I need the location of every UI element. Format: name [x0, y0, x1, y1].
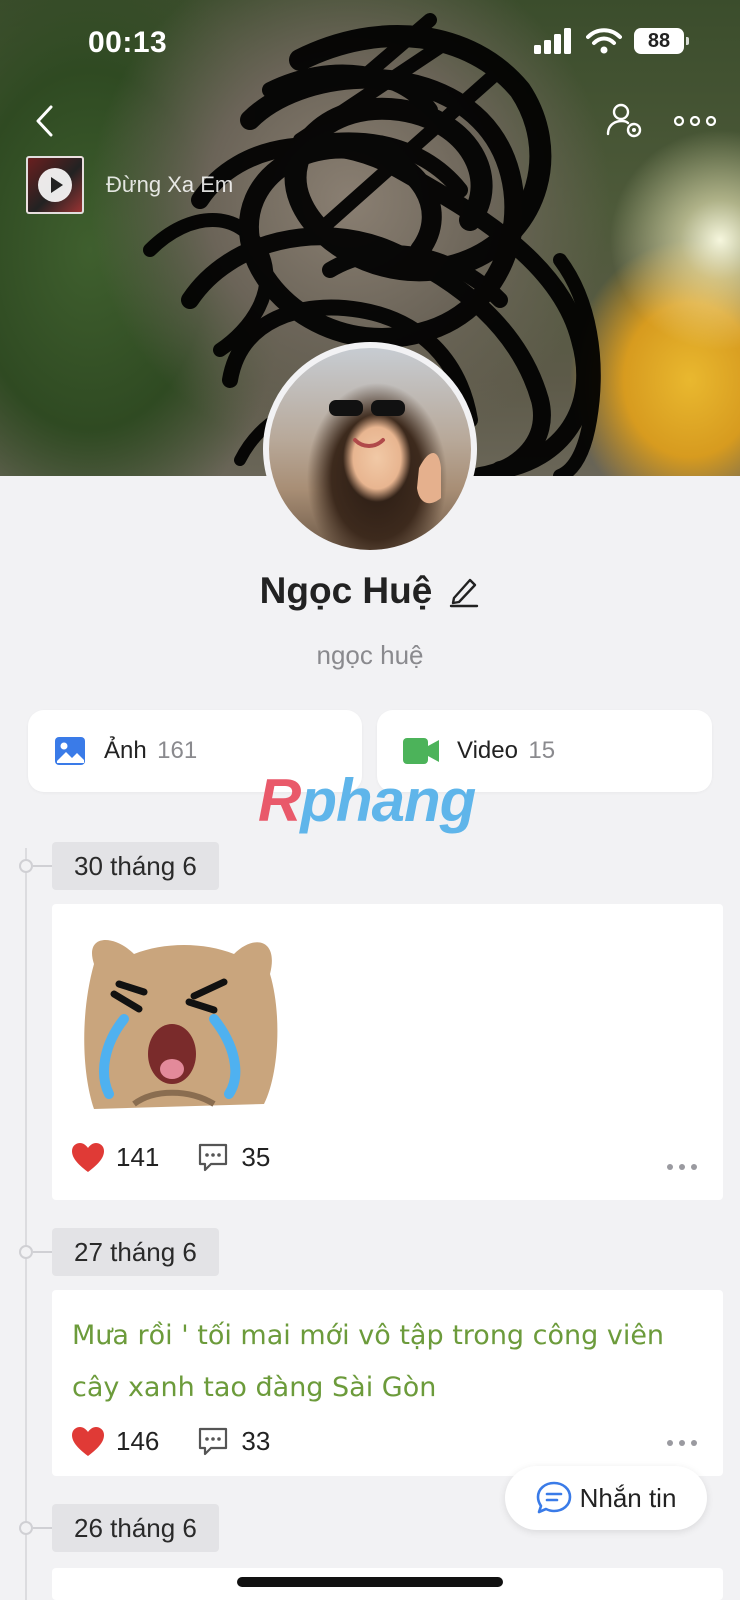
message-button-label: Nhắn tin — [579, 1482, 677, 1513]
wifi-icon — [586, 28, 622, 54]
top-navigation — [0, 96, 740, 146]
timeline-dot — [19, 859, 33, 873]
timeline-connector — [33, 1527, 53, 1529]
status-time: 00:13 — [88, 26, 168, 59]
chat-bubble-icon — [536, 1481, 571, 1514]
music-title: Đừng Xa Em — [106, 172, 234, 197]
more-horizontal-icon[interactable] — [674, 116, 716, 126]
date-label: 26 tháng 6 — [52, 1504, 219, 1552]
comment-count: 33 — [241, 1426, 271, 1456]
avatar-photo — [329, 400, 441, 504]
comment-icon[interactable] — [197, 1427, 229, 1457]
chevron-left-icon — [36, 105, 53, 137]
timeline-line — [25, 848, 27, 1600]
comment-count: 35 — [241, 1142, 271, 1172]
profile-name: Ngọc Huệ — [259, 570, 433, 611]
signal-icon — [534, 28, 571, 54]
post-card-image[interactable]: 141 35 — [52, 904, 723, 1200]
videos-count: 15 — [528, 737, 556, 764]
timeline-dot — [19, 1521, 33, 1535]
crying-cat-sticker[interactable] — [74, 924, 284, 1134]
battery-indicator: 88 — [634, 28, 689, 54]
like-count: 141 — [116, 1142, 160, 1172]
avatar[interactable] — [263, 342, 477, 556]
post-more-button[interactable] — [667, 1164, 697, 1170]
timeline-dot — [19, 1245, 33, 1259]
video-icon — [403, 738, 439, 764]
play-icon — [38, 168, 72, 202]
photo-icon — [55, 737, 85, 765]
status-icons: 88 — [534, 28, 689, 54]
user-settings-icon[interactable] — [606, 102, 644, 140]
timeline-connector — [33, 1251, 53, 1253]
profile-music[interactable]: Đừng Xa Em — [26, 156, 233, 214]
profile-username: ngọc huệ — [316, 640, 424, 670]
post-more-button[interactable] — [667, 1440, 697, 1446]
post-text: Mưa rồi ' tối mai mới vô tập trong công … — [72, 1320, 665, 1403]
like-count: 146 — [116, 1426, 160, 1456]
heart-icon[interactable] — [72, 1142, 104, 1173]
timeline-connector — [33, 865, 53, 867]
date-label: 30 tháng 6 — [52, 842, 219, 890]
back-button[interactable] — [24, 96, 64, 146]
watermark-logo: Rphang — [258, 767, 476, 834]
post-stats: 146 33 — [72, 1426, 270, 1457]
comment-icon[interactable] — [197, 1143, 229, 1173]
post-stats: 141 35 — [72, 1142, 270, 1173]
post-card-text[interactable]: Mưa rồi ' tối mai mới vô tập trong công … — [52, 1290, 723, 1476]
profile-name-row: Ngọc Huệ — [0, 570, 740, 612]
videos-label: Video — [457, 737, 518, 764]
home-indicator — [237, 1577, 503, 1587]
status-bar: 00:13 88 — [0, 0, 740, 88]
music-thumbnail[interactable] — [26, 156, 84, 214]
date-label: 27 tháng 6 — [52, 1228, 219, 1276]
message-button[interactable]: Nhắn tin — [505, 1466, 707, 1530]
edit-pencil-icon[interactable] — [448, 574, 480, 608]
heart-icon[interactable] — [72, 1426, 104, 1457]
photos-label: Ảnh — [104, 737, 147, 764]
nav-actions — [606, 96, 716, 146]
photos-count: 161 — [157, 737, 198, 764]
